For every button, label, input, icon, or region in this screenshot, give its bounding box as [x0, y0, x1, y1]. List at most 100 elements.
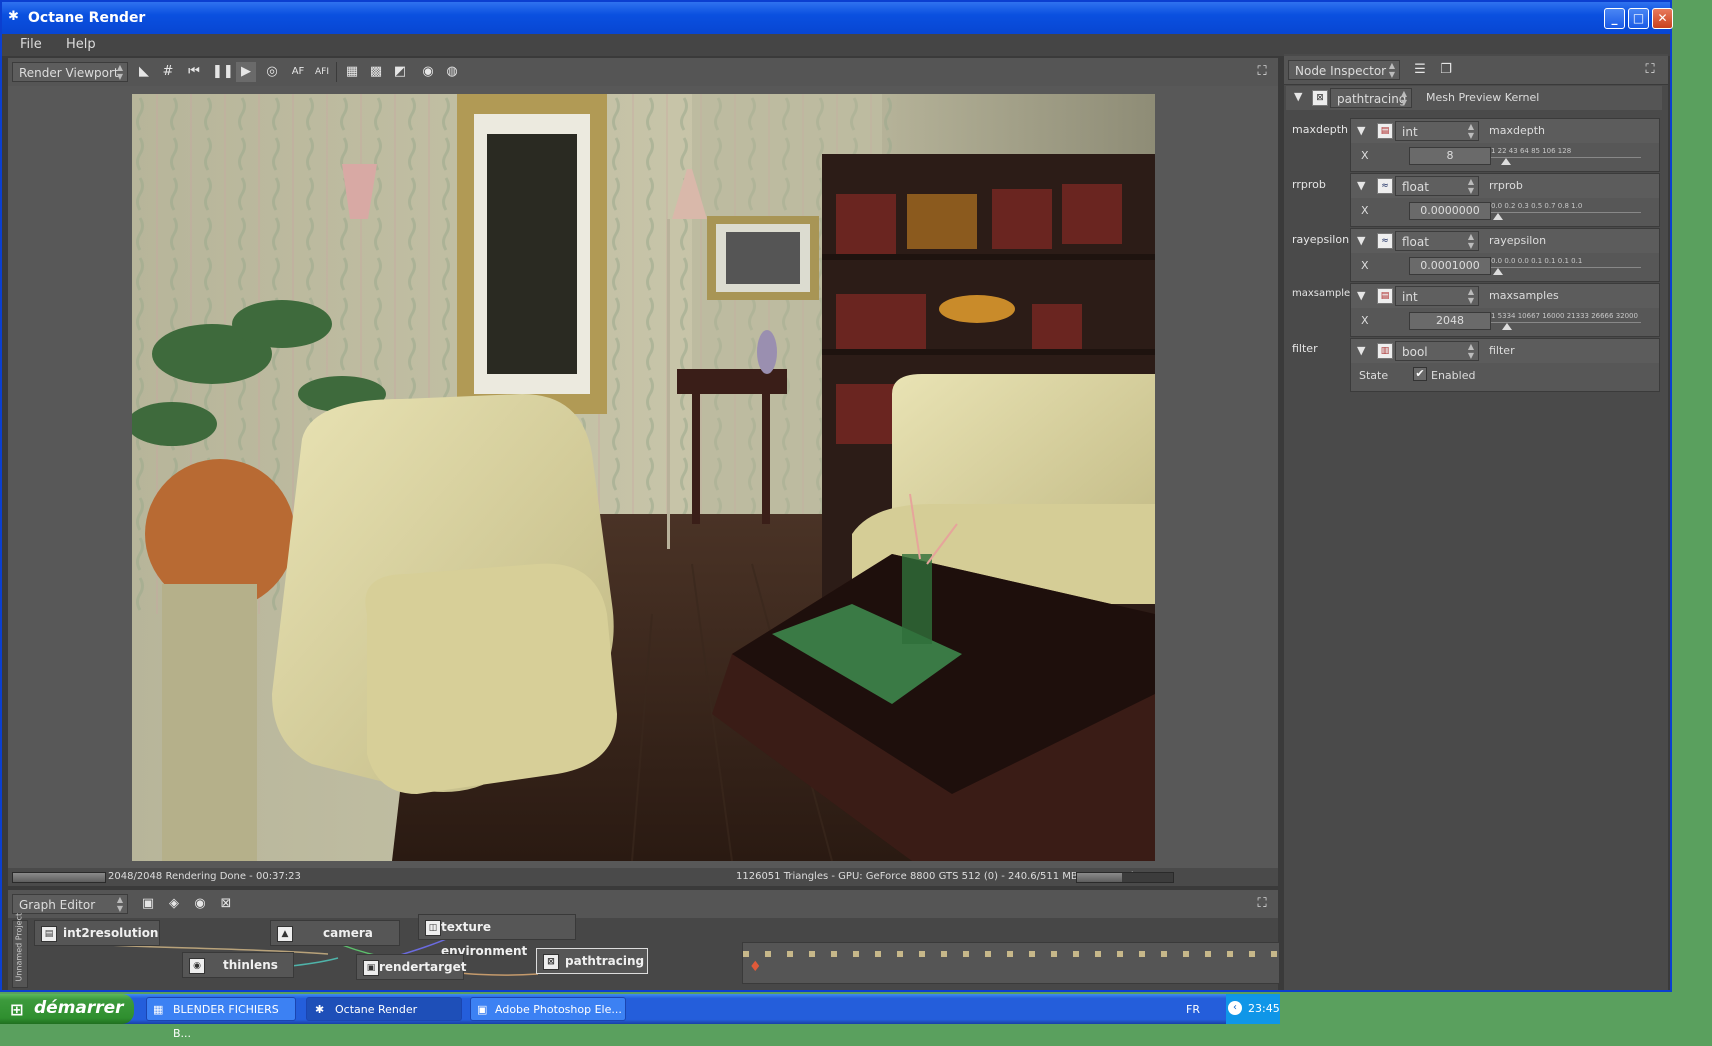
float-type-icon: ≈: [1377, 233, 1393, 249]
camera-reset-icon[interactable]: ◍: [442, 62, 462, 82]
add-kernel-icon[interactable]: ⊠: [216, 894, 236, 914]
film-icon[interactable]: ◩: [390, 62, 410, 82]
graph-node-pathtracing[interactable]: ⊠ pathtracing: [536, 948, 648, 974]
recenter-icon[interactable]: ◎: [262, 62, 282, 82]
af-toggle-button[interactable]: AF: [288, 62, 308, 82]
render-status-text: 2048/2048 Rendering Done - 00:37:23: [108, 871, 301, 882]
viewport-dropdown[interactable]: Render Viewport ▲ ▼: [12, 62, 128, 82]
value-field[interactable]: 0.0001000: [1409, 257, 1491, 275]
windows-icon[interactable]: ❐: [1436, 60, 1456, 80]
language-indicator[interactable]: FR: [1186, 1003, 1200, 1016]
render-image[interactable]: [132, 94, 1155, 861]
param-header: ▼ ▤ int ▲ ▼ maxsamples: [1351, 284, 1659, 308]
slider-scale: 1 5334 10667 16000 21333 26666 32000: [1491, 312, 1638, 320]
region-icon[interactable]: ▦: [342, 62, 362, 82]
inspector-toolbar: Node Inspector ▲ ▼ ☰ ❐ ⛶: [1284, 56, 1668, 85]
graph-editor-dropdown[interactable]: Graph Editor ▲ ▼: [12, 894, 128, 914]
fullscreen-icon[interactable]: ⛶: [1252, 894, 1272, 914]
updown-arrows-icon: ▲ ▼: [1400, 89, 1407, 107]
enabled-checkbox[interactable]: ✔: [1413, 367, 1427, 381]
tray-expand-icon[interactable]: ‹: [1228, 1001, 1242, 1015]
param-type-dropdown[interactable]: int ▲ ▼: [1395, 121, 1479, 141]
slider-knob[interactable]: [1493, 268, 1503, 275]
close-icon[interactable]: ✕: [1652, 8, 1673, 29]
render-viewport[interactable]: [8, 86, 1278, 868]
collapse-triangle-icon[interactable]: ▼: [1357, 124, 1365, 137]
set-focus-icon[interactable]: ◣: [134, 62, 154, 82]
maximize-icon[interactable]: □: [1628, 8, 1649, 29]
restart-icon[interactable]: ⏮: [184, 62, 204, 82]
task-photoshop[interactable]: ▣ Adobe Photoshop Ele...: [470, 997, 626, 1021]
param-type-label: int: [1402, 290, 1418, 304]
collapse-triangle-icon[interactable]: ▼: [1357, 289, 1365, 302]
value-slider[interactable]: 1 5334 10667 16000 21333 26666 32000: [1491, 312, 1641, 330]
add-material-icon[interactable]: ◈: [164, 894, 184, 914]
param-label: rayepsilon: [1292, 233, 1350, 246]
axis-label: X: [1361, 149, 1369, 162]
collapse-triangle-icon[interactable]: ▼: [1294, 90, 1302, 103]
collapse-triangle-icon[interactable]: ▼: [1357, 234, 1365, 247]
value-slider[interactable]: 0.0 0.2 0.3 0.5 0.7 0.8 1.0: [1491, 202, 1641, 220]
value-field[interactable]: 2048: [1409, 312, 1491, 330]
inspector-dropdown[interactable]: Node Inspector ▲ ▼: [1288, 60, 1400, 80]
graph-canvas[interactable]: Unnamed Project ▤ int2resolution ▲ camer…: [8, 913, 1280, 990]
slider-knob[interactable]: [1502, 323, 1512, 330]
value-slider[interactable]: 0.0 0.0 0.0 0.1 0.1 0.1 0.1: [1491, 257, 1641, 275]
timeline-markers: [743, 951, 1279, 957]
checker-icon[interactable]: ▩: [366, 62, 386, 82]
start-button[interactable]: ⊞ démarrer: [0, 994, 134, 1024]
int-type-icon: ▤: [1377, 288, 1393, 304]
collapse-triangle-icon[interactable]: ▼: [1357, 344, 1365, 357]
add-texture-icon[interactable]: ◉: [190, 894, 210, 914]
value-slider[interactable]: 1 22 43 64 85 106 128: [1491, 147, 1641, 165]
node-header: ▼ ⊠ pathtracing ▲ ▼ Mesh Preview Kernel: [1286, 86, 1662, 110]
pause-icon[interactable]: ❚❚: [212, 62, 234, 82]
menu-file[interactable]: File: [20, 37, 42, 52]
minimize-icon[interactable]: _: [1604, 8, 1625, 29]
param-header: ▼ ≈ float ▲ ▼ rayepsilon: [1351, 229, 1659, 253]
viewport-status-bar: 2048/2048 Rendering Done - 00:37:23 1126…: [8, 868, 1278, 886]
collapse-triangle-icon[interactable]: ▼: [1357, 179, 1365, 192]
param-maxdepth: ▼ ▤ int ▲ ▼ maxdepth X 8 1 22 43 64 85 10…: [1350, 118, 1660, 172]
lock-icon[interactable]: ◉: [418, 62, 438, 82]
collapse-all-icon[interactable]: ☰: [1410, 60, 1430, 80]
graph-node-rendertarget[interactable]: ▣ rendertarget: [356, 954, 466, 980]
node-name: Mesh Preview Kernel: [1426, 91, 1540, 104]
param-type-label: bool: [1402, 345, 1428, 359]
play-icon[interactable]: ▶: [236, 62, 256, 82]
value-field[interactable]: 8: [1409, 147, 1491, 165]
param-type-dropdown[interactable]: int ▲ ▼: [1395, 286, 1479, 306]
graph-node-camera[interactable]: ▲ camera: [270, 920, 400, 946]
task-label: BLENDER FICHIERS B...: [173, 1003, 279, 1040]
param-label: filter: [1292, 342, 1318, 355]
menu-help[interactable]: Help: [66, 37, 96, 52]
node-inspector-panel: Node Inspector ▲ ▼ ☰ ❐ ⛶ ▼ ⊠ pathtracing …: [1284, 54, 1668, 990]
param-type-dropdown[interactable]: bool ▲ ▼: [1395, 341, 1479, 361]
kernel-type-dropdown[interactable]: pathtracing ▲ ▼: [1330, 88, 1412, 108]
start-label: démarrer: [34, 998, 124, 1018]
window-title: Octane Render: [28, 10, 146, 26]
fullscreen-icon[interactable]: ⛶: [1640, 60, 1660, 80]
int-type-icon: ▤: [1377, 123, 1393, 139]
param-type-dropdown[interactable]: float ▲ ▼: [1395, 176, 1479, 196]
windows-logo-icon: ⊞: [10, 1000, 24, 1019]
fullscreen-icon[interactable]: ⛶: [1252, 62, 1272, 82]
slider-scale: 0.0 0.2 0.3 0.5 0.7 0.8 1.0: [1491, 202, 1583, 210]
value-field[interactable]: 0.0000000: [1409, 202, 1491, 220]
slider-knob[interactable]: [1493, 213, 1503, 220]
graph-node-int2resolution[interactable]: ▤ int2resolution: [34, 920, 160, 946]
slider-knob[interactable]: [1500, 158, 1511, 165]
param-name: rayepsilon: [1489, 234, 1547, 247]
task-blender-folder[interactable]: ▦ BLENDER FICHIERS B...: [146, 997, 296, 1040]
slider-scale: 1 22 43 64 85 106 128: [1491, 147, 1572, 155]
grid-icon[interactable]: #: [158, 62, 178, 82]
afi-toggle-button[interactable]: AFI: [312, 62, 332, 82]
updown-arrows-icon: ▲ ▼: [1467, 342, 1474, 360]
graph-node-thinlens[interactable]: ◉ thinlens: [182, 952, 294, 978]
param-type-dropdown[interactable]: float ▲ ▼: [1395, 231, 1479, 251]
task-octane-render[interactable]: ✱ Octane Render: [306, 997, 462, 1021]
graph-timeline[interactable]: ♦: [742, 942, 1280, 984]
add-node-icon[interactable]: ▣: [138, 894, 158, 914]
graph-node-texture-environment[interactable]: ◫ texture environment: [418, 914, 576, 958]
title-bar[interactable]: ✱ Octane Render _ □ ✕: [2, 2, 1673, 34]
